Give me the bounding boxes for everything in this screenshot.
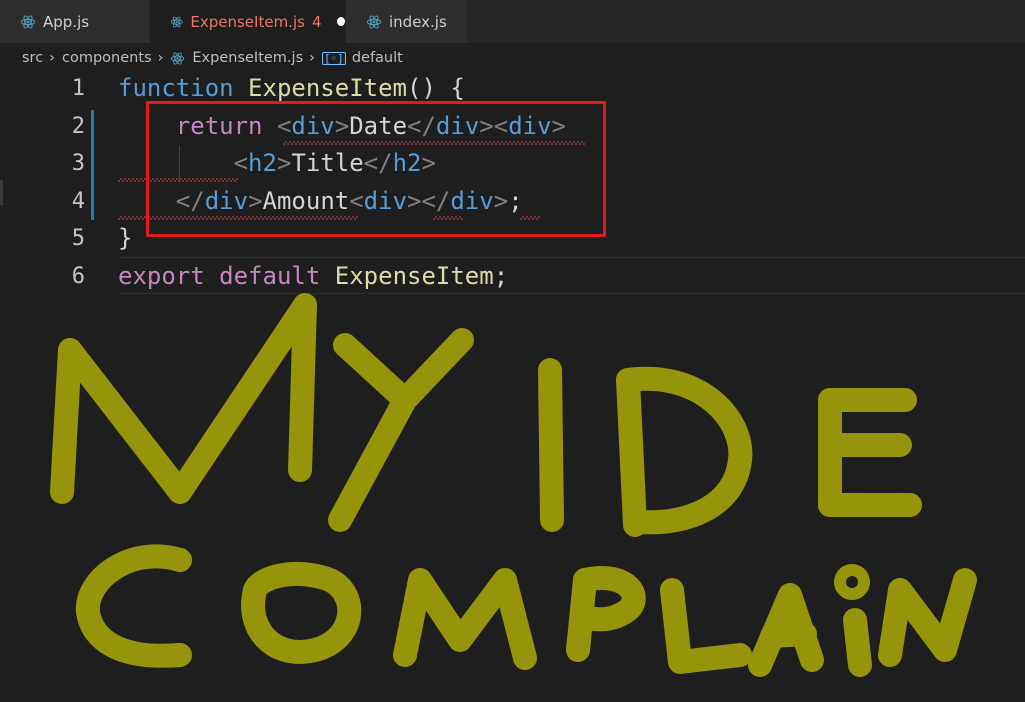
code-token: () {	[407, 74, 465, 102]
chevron-right-icon: ›	[309, 50, 315, 66]
react-icon	[170, 16, 183, 27]
highlight-box	[146, 101, 606, 237]
code-token: }	[118, 224, 133, 252]
line-number: 5	[71, 226, 85, 251]
line-number: 3	[71, 151, 85, 176]
line-number: 4	[71, 188, 85, 214]
breadcrumb-src[interactable]: src	[22, 50, 43, 66]
react-icon	[366, 15, 382, 28]
line-number: 1	[71, 76, 85, 101]
editor-tab-bar: App.js ExpenseItem.js 4 index.js	[0, 0, 1025, 43]
chevron-right-icon: ›	[49, 50, 55, 66]
tab-label: index.js	[389, 12, 447, 31]
tab-label: ExpenseItem.js	[190, 12, 305, 31]
tab-app-js[interactable]: App.js	[0, 0, 150, 43]
breadcrumb-file[interactable]: ExpenseItem.js	[192, 50, 303, 66]
unsaved-dot-icon[interactable]	[337, 17, 345, 26]
breadcrumb-components[interactable]: components	[62, 50, 152, 66]
code-content[interactable]: }	[118, 220, 132, 258]
chevron-right-icon: ›	[157, 50, 164, 66]
line-number: 2	[71, 113, 85, 139]
problem-count-badge: 4	[311, 12, 322, 31]
breadcrumb: src › components › ExpenseItem.js › [◦] …	[22, 46, 403, 70]
code-token: function	[118, 74, 234, 102]
code-token: ExpenseItem	[248, 74, 407, 102]
tab-label: App.js	[43, 12, 90, 31]
tab-index-js[interactable]: index.js	[346, 0, 468, 43]
react-icon	[20, 15, 36, 28]
handwritten-annotation	[50, 293, 977, 677]
tab-expense-item-js[interactable]: ExpenseItem.js 4	[150, 0, 346, 43]
react-icon	[171, 51, 185, 65]
breadcrumb-symbol[interactable]: default	[352, 50, 403, 66]
symbol-variable-icon: [◦]	[321, 51, 346, 65]
